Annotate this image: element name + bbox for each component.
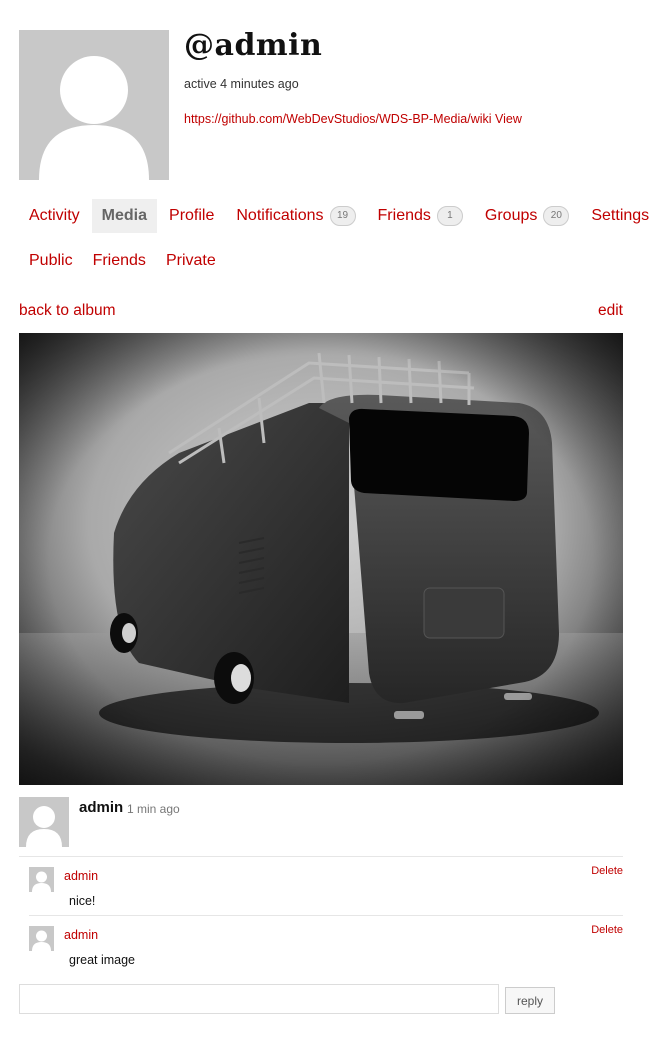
person-silhouette-icon bbox=[32, 930, 51, 951]
tab-profile[interactable]: Profile bbox=[159, 199, 224, 233]
media-photo[interactable] bbox=[19, 333, 623, 785]
notifications-count-badge: 19 bbox=[329, 206, 356, 226]
comment-item: admin nice! Delete bbox=[29, 857, 623, 915]
comment-delete-link[interactable]: Delete bbox=[591, 924, 623, 936]
friends-count-badge: 1 bbox=[436, 206, 463, 226]
comment-avatar[interactable] bbox=[29, 867, 54, 892]
tab-label: Activity bbox=[29, 207, 80, 224]
comment-text: great image bbox=[69, 953, 136, 967]
tab-label: Media bbox=[101, 207, 148, 224]
comment-text: nice! bbox=[69, 894, 96, 908]
tab-media[interactable]: Media bbox=[91, 199, 158, 233]
reply-input[interactable] bbox=[19, 984, 499, 1014]
subtab-private[interactable]: Private bbox=[156, 244, 226, 278]
subtab-label: Private bbox=[165, 252, 216, 269]
tab-label: Settings bbox=[591, 207, 650, 224]
tab-label: Groups bbox=[484, 207, 538, 224]
vw-bus-photo-icon bbox=[19, 333, 623, 785]
edit-media-link[interactable]: edit bbox=[598, 302, 623, 320]
comment-delete-link[interactable]: Delete bbox=[591, 865, 623, 877]
person-silhouette-icon bbox=[32, 871, 51, 892]
tab-settings[interactable]: Settings bbox=[581, 199, 658, 233]
subtab-public[interactable]: Public bbox=[19, 244, 83, 278]
subtab-label: Friends bbox=[92, 252, 146, 269]
profile-url: https://github.com/WebDevStudios/WDS-BP-… bbox=[184, 112, 522, 126]
back-to-album-link[interactable]: back to album bbox=[19, 302, 116, 320]
tab-notifications[interactable]: Notifications 19 bbox=[226, 199, 365, 233]
subtab-label: Public bbox=[29, 252, 73, 269]
person-silhouette-icon bbox=[26, 806, 62, 847]
tab-friends[interactable]: Friends 1 bbox=[368, 199, 473, 233]
post-author-avatar[interactable] bbox=[19, 797, 69, 847]
last-active: active 4 minutes ago bbox=[184, 77, 299, 91]
tab-activity[interactable]: Activity bbox=[19, 199, 90, 233]
post-timestamp[interactable]: 1 min ago bbox=[127, 802, 180, 816]
comment-item: admin great image Delete bbox=[29, 916, 623, 974]
comment-avatar[interactable] bbox=[29, 926, 54, 951]
reply-button[interactable]: reply bbox=[505, 987, 555, 1014]
profile-username: @admin bbox=[184, 28, 323, 63]
subtab-friends[interactable]: Friends bbox=[83, 244, 156, 278]
groups-count-badge: 20 bbox=[543, 206, 570, 226]
person-silhouette-icon bbox=[39, 56, 149, 180]
tab-label: Profile bbox=[169, 207, 215, 224]
comment-author[interactable]: admin bbox=[64, 869, 98, 883]
profile-url-link[interactable]: https://github.com/WebDevStudios/WDS-BP-… bbox=[184, 112, 492, 126]
profile-url-view-link[interactable]: View bbox=[492, 112, 522, 126]
post-author-name[interactable]: admin bbox=[79, 799, 123, 816]
tab-label: Friends bbox=[377, 207, 431, 224]
primary-nav: Activity Media Profile Notifications 19 F… bbox=[19, 199, 658, 233]
comment-author[interactable]: admin bbox=[64, 928, 98, 942]
tab-label: Notifications bbox=[236, 207, 324, 224]
secondary-nav: Public Friends Private bbox=[19, 244, 226, 278]
tab-groups[interactable]: Groups 20 bbox=[475, 199, 579, 233]
profile-avatar[interactable] bbox=[19, 30, 169, 180]
